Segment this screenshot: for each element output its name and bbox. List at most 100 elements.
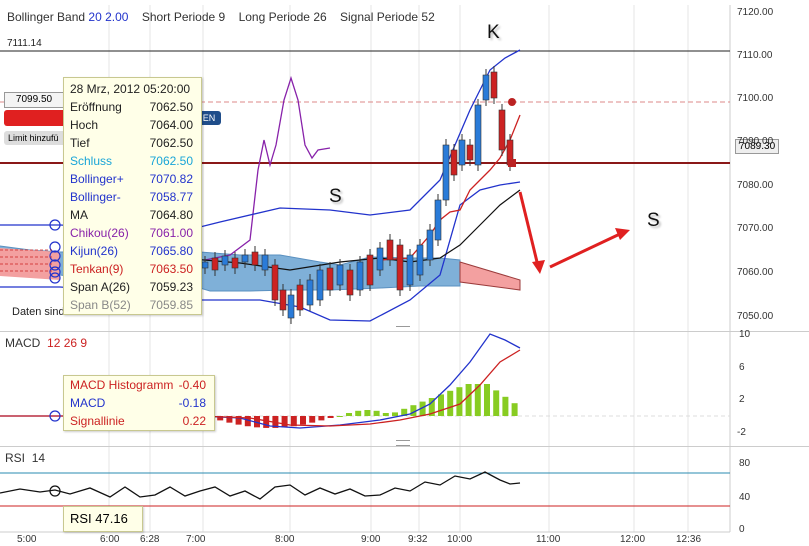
time-label: 8:00 (275, 534, 295, 545)
macd-histogram-bar (456, 387, 463, 416)
tooltip-label: Tenkan(9) (70, 262, 124, 276)
macd-tooltip-row: MACD -0.18 (64, 394, 214, 412)
tooltip-row: Bollinger+ 7070.82 (64, 170, 201, 188)
time-label: 9:32 (408, 534, 428, 545)
candle-body (450, 149, 458, 176)
tooltip-row: Hoch 7064.00 (64, 116, 201, 134)
tooltip-row: Eröffnung 7062.50 (64, 98, 201, 116)
long-period-value: 26 (313, 10, 327, 24)
candle-body (261, 254, 269, 271)
macd-histogram-bar (447, 390, 454, 416)
macd-histogram-bar (382, 413, 389, 416)
rsi-line (0, 471, 521, 500)
macd-rsi-separator (0, 446, 809, 447)
time-label: 5:00 (17, 534, 37, 545)
macd-histogram-bar (281, 416, 288, 428)
macd-tooltip-rows: MACD Histogramm -0.40 MACD -0.18 Signallinie… (64, 376, 214, 430)
tooltip-value: 7063.50 (149, 262, 193, 276)
macd-tooltip-label: MACD (70, 396, 106, 410)
signal-period-value: 52 (421, 10, 435, 24)
level-line-label: 7111.14 (7, 38, 42, 49)
macd-histogram-bar (392, 412, 398, 416)
tooltip-value: 7062.50 (149, 100, 193, 114)
tooltip-label: Chikou(26) (70, 226, 129, 240)
macd-histogram-bar (327, 416, 334, 418)
candle-body (201, 261, 209, 269)
macd-p3: 9 (80, 336, 88, 350)
macd-name: MACD (5, 336, 41, 350)
tooltip-label: Eröffnung (70, 100, 122, 114)
tooltip-value: 7065.80 (149, 244, 193, 258)
candle-body (442, 144, 450, 201)
candle-body (482, 74, 490, 101)
candle-body (346, 269, 354, 296)
price-y-label: 7110.00 (737, 50, 773, 61)
tooltip-label: Kijun(26) (70, 244, 119, 258)
candle-body (251, 251, 259, 266)
price-y-label: 7120.00 (737, 7, 774, 18)
tooltip-row: Chikou(26) 7061.00 (64, 224, 201, 242)
rsi-header: RSI 14 (5, 451, 45, 465)
time-label: 6:00 (100, 534, 120, 545)
candle-body (279, 289, 287, 311)
short-period-label: Short Periode (141, 10, 216, 24)
tooltip-value: 7062.50 (149, 136, 193, 150)
long-period-label: Long Periode (238, 10, 310, 24)
macd-y-label: -2 (737, 427, 746, 438)
macd-histogram-bar (511, 403, 518, 416)
bb-period: 20 (88, 10, 102, 24)
tooltip-value: 7064.80 (149, 208, 193, 222)
price-y-label: 7050.00 (737, 311, 774, 322)
time-label: 7:00 (186, 534, 206, 545)
macd-histogram-bar (309, 416, 316, 423)
tooltip-date: 28 Mrz, 2012 05:20:00 (70, 82, 191, 96)
signal-period-label: Signal Periode (340, 10, 419, 24)
macd-histogram-bar (364, 410, 371, 416)
macd-histogram-bar (465, 384, 472, 416)
price-y-label: 7100.00 (737, 93, 774, 104)
time-label: 10:00 (447, 534, 473, 545)
macd-histogram-bar (300, 416, 306, 425)
macd-tooltip-value: -0.18 (178, 396, 206, 410)
rsi-name: RSI (5, 451, 26, 465)
tooltip-label: MA (70, 208, 88, 222)
macd-tooltip-row: MACD Histogramm -0.40 (64, 376, 214, 394)
annotation-s1: S (329, 186, 342, 207)
macd-histogram-bar (346, 413, 352, 416)
candle-body (490, 71, 498, 99)
rsi-tooltip: RSI 47.16 (63, 506, 143, 532)
macd-tooltip-value: -0.40 (178, 378, 206, 392)
candle-body (287, 294, 295, 319)
candle-body (316, 269, 324, 301)
candle-body (498, 109, 506, 151)
time-label: 11:00 (536, 534, 561, 545)
limit-add-button[interactable]: Limit hinzufü (4, 131, 68, 145)
tooltip-label: Span B(52) (70, 298, 131, 312)
short-period-value: 9 (218, 10, 226, 24)
tooltip-value: 7059.85 (149, 298, 193, 312)
tooltip-value: 7062.50 (149, 154, 193, 168)
macd-histogram-bar (502, 396, 509, 416)
indicator-header: Bollinger Band 20 2.00 Short Periode 9 L… (7, 10, 435, 24)
tooltip-value: 7070.82 (149, 172, 193, 186)
candle-body (406, 254, 414, 286)
rsi-y-label: 0 (739, 524, 745, 535)
macd-p1: 12 (47, 336, 61, 350)
tooltip-value: 7059.23 (149, 280, 193, 294)
rsi-tooltip-label: RSI (70, 511, 92, 526)
red-order-button[interactable] (4, 110, 66, 126)
candle-body (386, 239, 394, 261)
price-y-label: 7070.00 (737, 223, 774, 234)
tooltip-row: Span A(26) 7059.23 (64, 278, 201, 296)
candle-body (376, 247, 384, 271)
tooltip-row: Tief 7062.50 (64, 134, 201, 152)
tooltip-row: Kijun(26) 7065.80 (64, 242, 201, 260)
tooltip-label: Bollinger- (70, 190, 121, 204)
annotation-k: K (487, 22, 500, 43)
rsi-period: 14 (31, 451, 46, 465)
tooltip-label: Bollinger+ (70, 172, 124, 186)
kumo-red-segment (459, 261, 521, 291)
time-label: 12:00 (620, 534, 646, 545)
candle-body (306, 279, 314, 306)
price-box[interactable]: 7099.50 (4, 92, 64, 108)
